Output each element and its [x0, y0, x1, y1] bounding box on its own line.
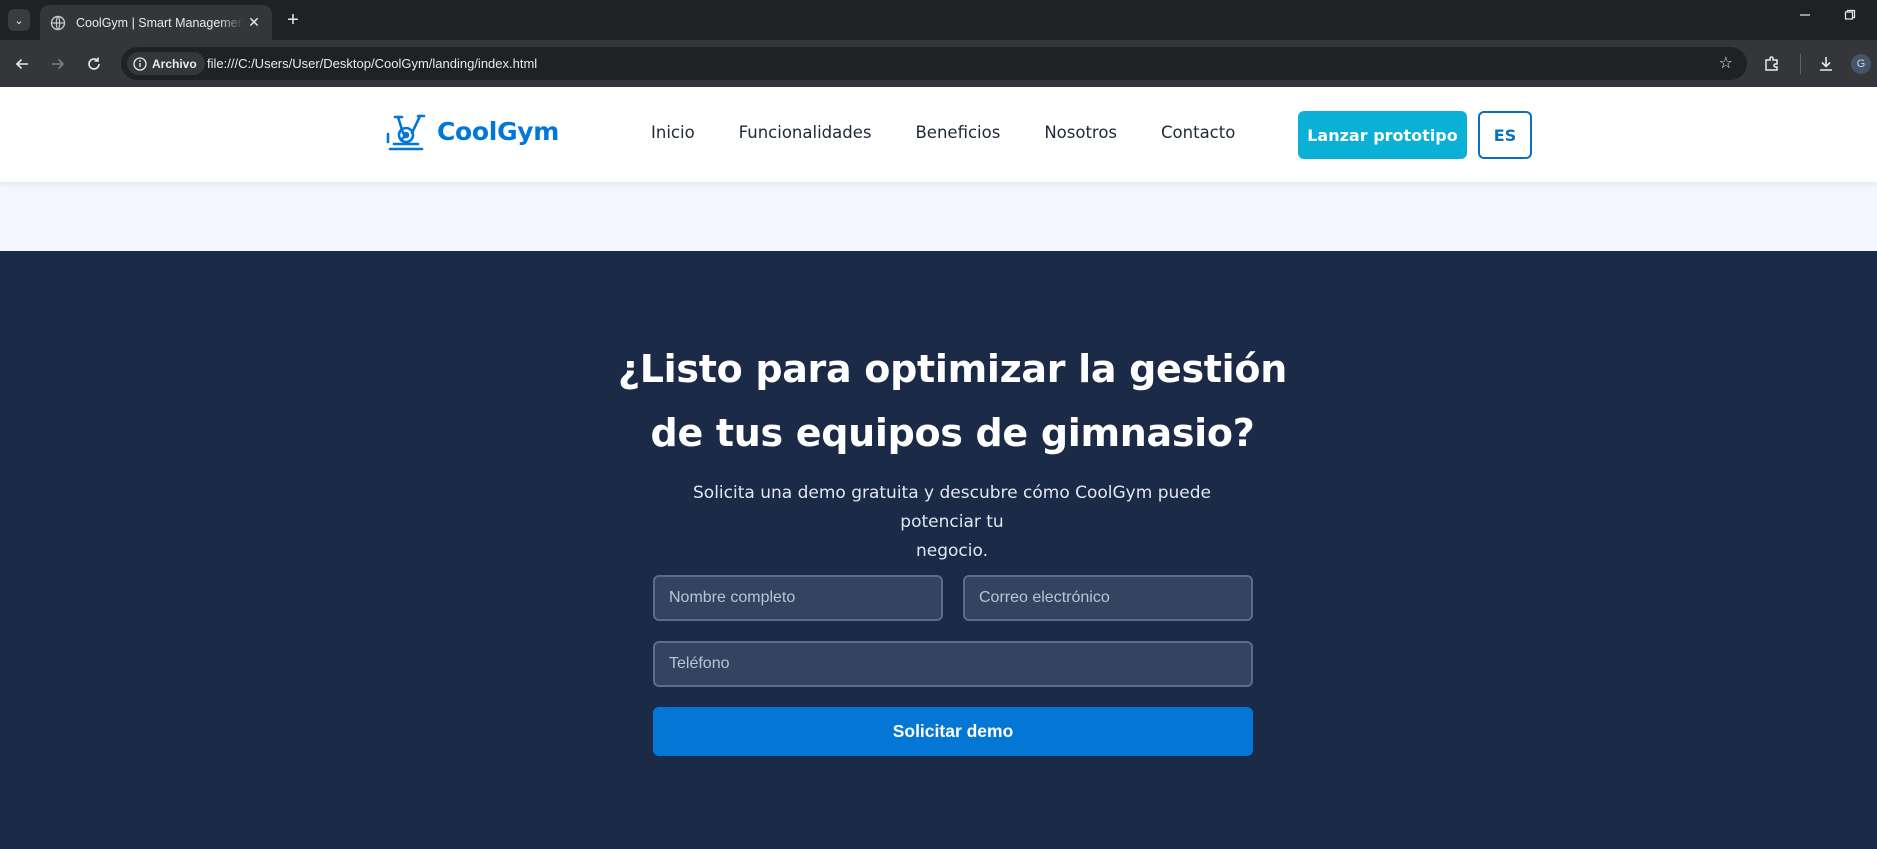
restore-icon[interactable] — [1840, 8, 1860, 24]
subtitle-line-1: Solicita una demo gratuita y descubre có… — [693, 483, 1211, 532]
site-header: CoolGym Inicio Funcionalidades Beneficio… — [0, 87, 1877, 182]
main-nav: Inicio Funcionalidades Beneficios Nosotr… — [651, 123, 1235, 142]
headline-line-1: ¿Listo para optimizar la gestión — [618, 347, 1287, 391]
nav-link-inicio[interactable]: Inicio — [651, 123, 695, 142]
headline-line-2: de tus equipos de gimnasio? — [650, 411, 1255, 455]
exercise-bike-icon — [385, 111, 427, 151]
browser-tab[interactable]: CoolGym | Smart Management ✕ — [40, 5, 272, 40]
phone-input[interactable] — [653, 641, 1253, 687]
toolbar-divider — [1800, 54, 1801, 74]
section-headline: ¿Listo para optimizar la gestión de tus … — [600, 337, 1305, 465]
request-demo-button[interactable]: Solicitar demo — [653, 707, 1253, 756]
info-icon — [133, 56, 147, 71]
launch-prototype-button[interactable]: Lanzar prototipo — [1298, 111, 1467, 159]
address-bar[interactable]: Archivo file:///C:/Users/User/Desktop/Co… — [121, 47, 1747, 80]
demo-request-section: ¿Listo para optimizar la gestión de tus … — [0, 251, 1877, 849]
profile-avatar[interactable]: G — [1851, 54, 1871, 74]
brand-name: CoolGym — [437, 116, 560, 146]
tab-title: CoolGym | Smart Management — [76, 15, 244, 30]
nav-link-funcionalidades[interactable]: Funcionalidades — [739, 123, 872, 142]
browser-tab-bar: ⌄ CoolGym | Smart Management ✕ + — [0, 0, 1877, 40]
subtitle-line-2: negocio. — [915, 541, 988, 561]
forward-arrow-icon[interactable] — [47, 53, 69, 75]
reload-icon[interactable] — [83, 53, 105, 75]
minimize-icon[interactable] — [1795, 8, 1815, 24]
email-input[interactable] — [963, 575, 1253, 621]
nav-link-contacto[interactable]: Contacto — [1161, 123, 1235, 142]
extensions-icon[interactable] — [1761, 53, 1783, 75]
nav-link-nosotros[interactable]: Nosotros — [1044, 123, 1117, 142]
hero-strip — [0, 182, 1877, 251]
language-button[interactable]: ES — [1478, 111, 1532, 159]
site-info-label: Archivo — [152, 56, 197, 71]
browser-toolbar: Archivo file:///C:/Users/User/Desktop/Co… — [0, 40, 1877, 87]
back-arrow-icon[interactable] — [11, 53, 33, 75]
new-tab-button[interactable]: + — [282, 9, 304, 31]
tab-search-chevron-icon[interactable]: ⌄ — [8, 9, 30, 31]
download-icon[interactable] — [1815, 53, 1837, 75]
site-info-chip[interactable]: Archivo — [127, 52, 205, 75]
bookmark-star-icon[interactable]: ☆ — [1719, 53, 1733, 73]
nav-link-beneficios[interactable]: Beneficios — [915, 123, 1000, 142]
section-subtitle: Solicita una demo gratuita y descubre có… — [652, 479, 1252, 566]
tab-close-icon[interactable]: ✕ — [246, 14, 262, 31]
globe-icon — [50, 15, 66, 31]
url-text[interactable]: file:///C:/Users/User/Desktop/CoolGym/la… — [207, 56, 537, 71]
brand-logo[interactable]: CoolGym — [385, 111, 559, 151]
full-name-input[interactable] — [653, 575, 943, 621]
